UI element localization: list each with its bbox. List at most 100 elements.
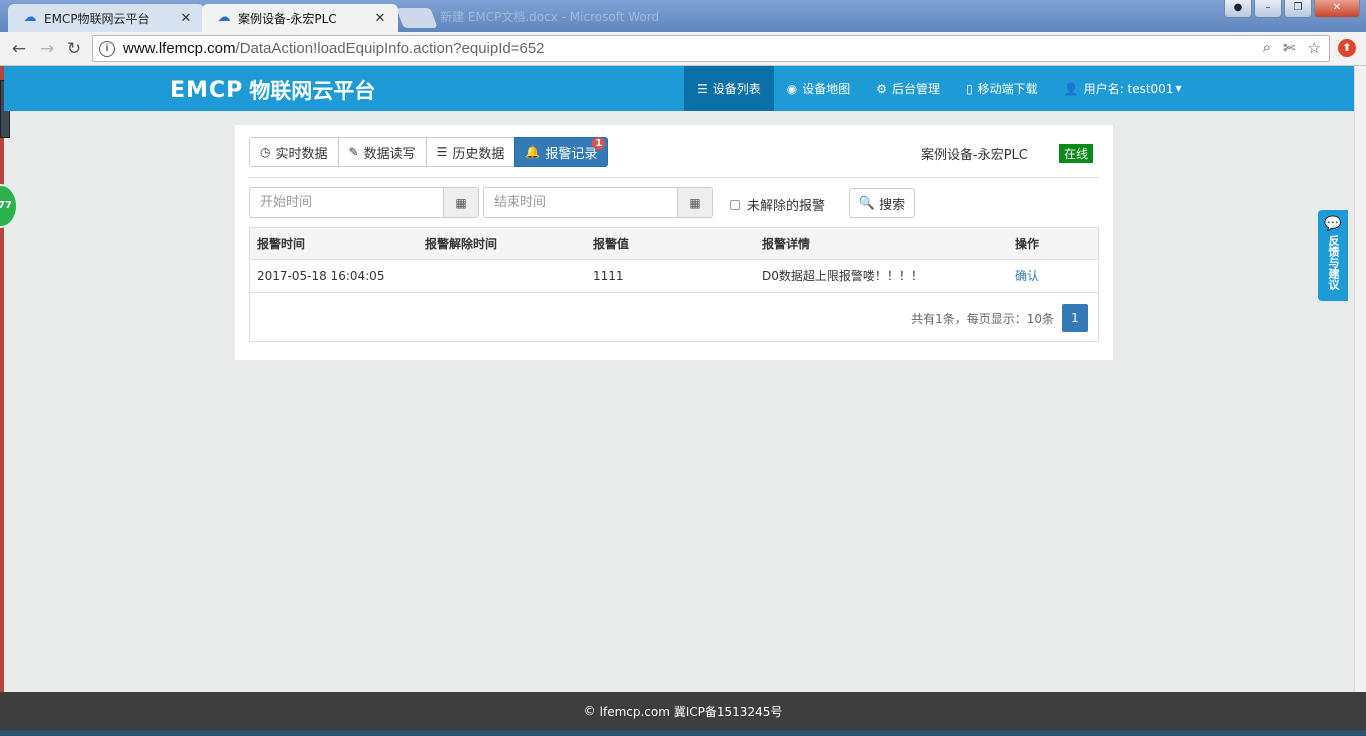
nav-item-mobile-download[interactable]: ▯ 移动端下载 — [953, 66, 1051, 111]
nav-item-label: 移动端下载 — [977, 82, 1038, 96]
divider — [249, 177, 1099, 178]
nav-item-device-list[interactable]: ☰ 设备列表 — [684, 66, 774, 111]
alarm-time: 2017-05-18 16:04:05 — [257, 269, 385, 283]
search-icon: 🔍 — [858, 195, 876, 211]
pencil-icon: ✎ — [348, 145, 359, 159]
tab-label: 实时数据 — [275, 146, 328, 162]
star-icon[interactable]: ☆ — [1308, 39, 1321, 57]
tab-label: 报警记录 — [545, 146, 598, 162]
tab-history-data[interactable]: ☰ 历史数据 — [425, 137, 516, 167]
pagination-info: 共有1条，每页显示：10条 — [911, 311, 1054, 326]
url-path: /DataAction!loadEquipInfo.action?equipId… — [235, 40, 545, 57]
nav-item-label: 后台管理 — [892, 82, 941, 96]
new-tab-button[interactable] — [396, 8, 438, 28]
extension-icon[interactable]: ⬆ — [1338, 39, 1356, 57]
clock-icon: ◷ — [260, 145, 271, 159]
site-navbar: EMCP 物联网云平台 ☰ 设备列表 ◉ 设备地图 ⚙ 后台管理 ▯ 移动端下载… — [4, 66, 1354, 111]
column-header: 报警详情 — [762, 237, 811, 251]
device-name: 案例设备-永宏PLC — [921, 148, 1028, 163]
globe-icon: ◉ — [786, 81, 798, 96]
nav-item-label: 设备列表 — [712, 82, 761, 96]
page-left-edge — [0, 66, 4, 736]
device-tabs: ◷ 实时数据 ✎ 数据读写 ☰ 历史数据 🔔 报警记录 1 — [249, 137, 609, 167]
nav-item-label: 设备地图 — [802, 82, 851, 96]
restore-icon[interactable]: ❐ — [1284, 0, 1312, 18]
page-button-current[interactable]: 1 — [1062, 304, 1088, 332]
copyright-icon: © — [583, 704, 596, 718]
page-scrollbar[interactable] — [1354, 66, 1366, 692]
minimize-icon[interactable]: – — [1254, 0, 1282, 18]
feedback-widget[interactable]: 💬 反馈与建议 — [1318, 210, 1348, 301]
tab-label: 数据读写 — [363, 146, 416, 162]
alarm-detail: D0数据超上限报警喽！！！！ — [762, 269, 923, 283]
browser-tab-emcp[interactable]: ☁ EMCP物联网云平台 ✕ — [8, 4, 204, 32]
search-button-label: 搜索 — [879, 197, 906, 213]
tab-label: 历史数据 — [452, 146, 505, 162]
calendar-icon[interactable]: ▦ — [443, 188, 478, 217]
nav-item-admin[interactable]: ⚙ 后台管理 — [863, 66, 953, 111]
reload-icon[interactable]: ↻ — [63, 38, 85, 60]
confirm-link[interactable]: 确认 — [1015, 260, 1039, 292]
browser-tab-device[interactable]: ☁ 案例设备-永宏PLC ✕ — [202, 4, 398, 32]
checkbox-box[interactable] — [730, 199, 740, 210]
address-bar[interactable]: i www.lfemcp.com/DataAction!loadEquipInf… — [92, 35, 1330, 62]
unresolved-alarms-checkbox[interactable]: 未解除的报警 — [730, 195, 825, 214]
tab-realtime-data[interactable]: ◷ 实时数据 — [249, 137, 339, 167]
site-footer: © lfemcp.com 冀ICP备1513245号 — [0, 692, 1366, 730]
nav-item-device-map[interactable]: ◉ 设备地图 — [774, 66, 864, 111]
status-badge: 在线 — [1059, 144, 1094, 163]
site-logo[interactable]: EMCP 物联网云平台 — [170, 75, 375, 105]
table-row: 2017-05-18 16:04:05 1111 D0数据超上限报警喽！！！！ … — [250, 260, 1098, 293]
column-header: 报警值 — [593, 237, 630, 251]
alarm-value: 1111 — [593, 269, 624, 283]
nav-item-label: 用户名: test001 — [1083, 82, 1174, 96]
window-controls: ● – ❐ ✕ — [1224, 0, 1360, 18]
tools-icon[interactable]: ✄ — [1283, 39, 1296, 57]
bell-icon: 🔔 — [525, 145, 541, 159]
caret-down-icon: ▼ — [1175, 84, 1182, 93]
floating-counter-badge[interactable]: 77 — [0, 184, 18, 228]
start-time-field: ▦ — [249, 187, 479, 218]
chat-bubble-icon: 💬 — [1324, 216, 1342, 232]
info-icon[interactable]: i — [99, 40, 115, 57]
list-icon: ☰ — [436, 145, 448, 159]
tab-alarm-records[interactable]: 🔔 报警记录 1 — [514, 137, 609, 167]
list-icon: ☰ — [697, 81, 708, 96]
browser-tab-title: 案例设备-永宏PLC — [238, 11, 337, 26]
user-icon[interactable]: ● — [1224, 0, 1252, 18]
start-time-input[interactable] — [250, 188, 443, 217]
device-panel: ◷ 实时数据 ✎ 数据读写 ☰ 历史数据 🔔 报警记录 1 案例设备-永宏PLC… — [235, 125, 1113, 360]
close-icon[interactable]: ✕ — [372, 11, 388, 26]
navbar-menu: ☰ 设备列表 ◉ 设备地图 ⚙ 后台管理 ▯ 移动端下载 👤 用户名: test… — [684, 66, 1195, 111]
feedback-label: 反馈与建议 — [1327, 235, 1340, 290]
os-taskbar — [0, 730, 1366, 736]
browser-toolbar: ← → ↻ i www.lfemcp.com/DataAction!loadEq… — [0, 32, 1366, 66]
column-header: 操作 — [1015, 237, 1040, 251]
end-time-input[interactable] — [484, 188, 677, 217]
pagination: 共有1条，每页显示：10条 1 — [911, 304, 1088, 332]
close-icon[interactable]: ✕ — [178, 11, 194, 26]
column-header: 报警解除时间 — [425, 237, 498, 251]
forward-arrow-icon[interactable]: → — [36, 38, 58, 60]
tab-data-read-write[interactable]: ✎ 数据读写 — [337, 137, 427, 167]
table-header: 报警时间 报警解除时间 报警值 报警详情 操作 — [250, 228, 1098, 260]
logo-text: 物联网云平台 — [249, 79, 376, 103]
logo-mark: EMCP — [170, 77, 244, 103]
search-button[interactable]: 🔍 搜索 — [849, 188, 915, 218]
cloud-icon: ☁ — [23, 10, 37, 25]
cloud-icon: ☁ — [217, 10, 231, 25]
end-time-field: ▦ — [483, 187, 713, 218]
zoom-icon[interactable]: ⌕ — [1263, 39, 1271, 57]
url-host: www.lfemcp.com — [123, 40, 236, 57]
alarm-count-badge: 1 — [592, 137, 606, 150]
mobile-icon: ▯ — [966, 81, 973, 96]
window-close-icon[interactable]: ✕ — [1314, 0, 1360, 18]
calendar-icon[interactable]: ▦ — [677, 188, 712, 217]
alarm-table: 报警时间 报警解除时间 报警值 报警详情 操作 2017-05-18 16:04… — [249, 227, 1099, 342]
back-arrow-icon[interactable]: ← — [8, 38, 30, 60]
nav-item-user-menu[interactable]: 👤 用户名: test001 ▼ — [1051, 66, 1195, 111]
user-icon: 👤 — [1063, 81, 1079, 96]
checkbox-label: 未解除的报警 — [747, 199, 826, 214]
background-window-title: 新建 EMCP文档.docx - Microsoft Word — [440, 10, 660, 24]
column-header: 报警时间 — [257, 237, 306, 251]
